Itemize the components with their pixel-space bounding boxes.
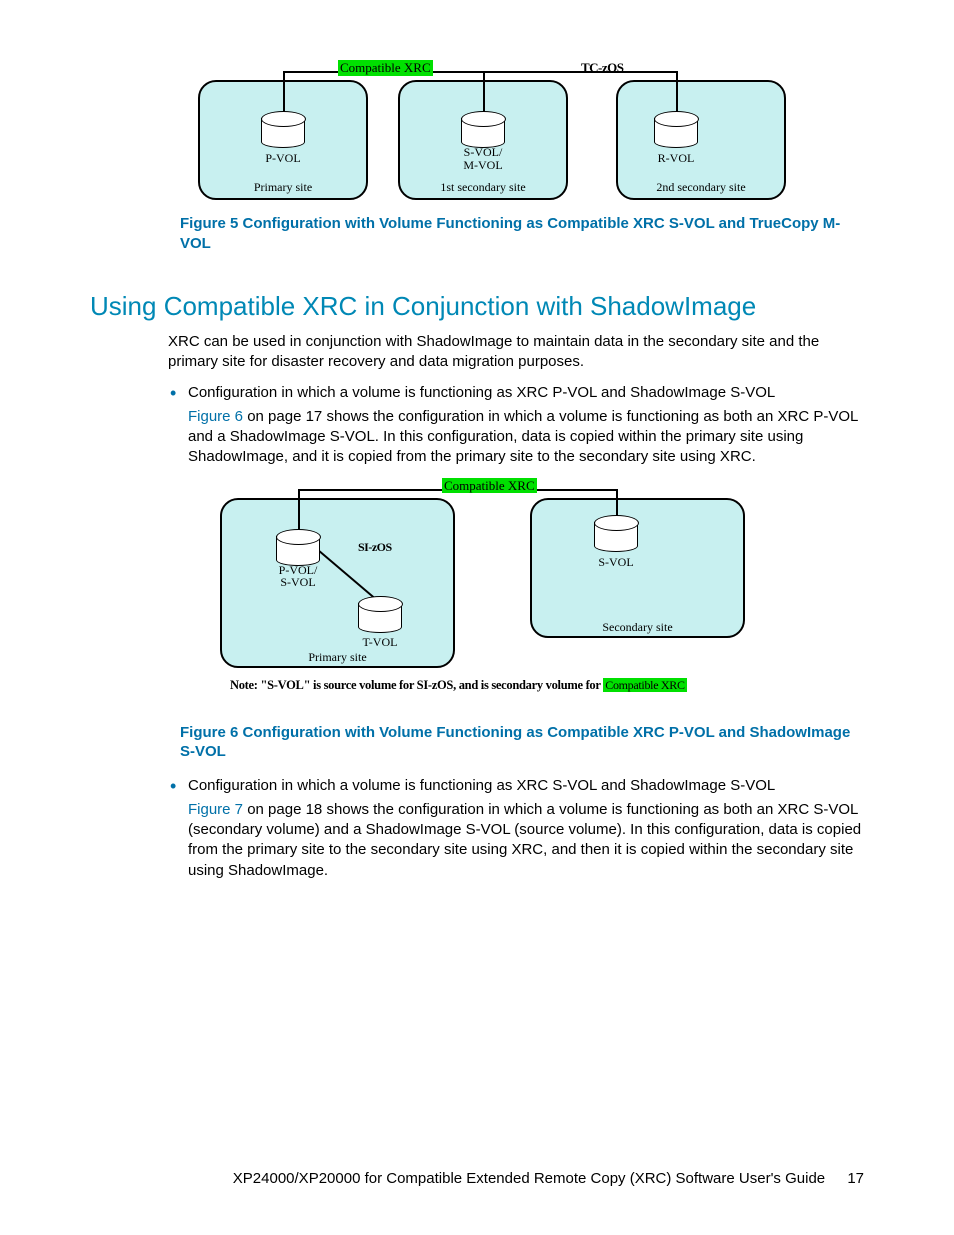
sub-text-2: Figure 7 on page 18 shows the configurat…: [188, 800, 864, 881]
fig6-xrc-tag: Compatible XRC: [442, 478, 537, 494]
svol-mvol-cylinder: [461, 118, 505, 148]
footer-text: XP24000/XP20000 for Compatible Extended …: [233, 1170, 825, 1187]
page-footer: XP24000/XP20000 for Compatible Extended …: [233, 1170, 864, 1187]
section-heading: Using Compatible XRC in Conjunction with…: [90, 291, 864, 322]
figure6-caption: Figure 6 Configuration with Volume Funct…: [180, 723, 864, 762]
tvol-cylinder: [358, 603, 402, 633]
pvol-cylinder: [261, 118, 305, 148]
svol-mvol-label: S-VOL/ M-VOL: [451, 146, 515, 171]
figure5-caption: Figure 5 Configuration with Volume Funct…: [180, 214, 864, 253]
figure7-link[interactable]: Figure 7: [188, 801, 243, 818]
figure6-note: Note: "S-VOL" is source volume for SI-zO…: [230, 678, 687, 693]
svol-label: S-VOL: [584, 556, 648, 569]
bullet-1: Configuration in which a volume is funct…: [188, 383, 864, 403]
pvol-svol-cylinder: [276, 536, 320, 566]
note-part1: Note: "S-VOL" is source volume for SI-zO…: [230, 678, 603, 692]
intro-text: XRC can be used in conjunction with Shad…: [168, 332, 864, 373]
figure6-diagram: Compatible XRC SI-zOS P-VOL/ S-VOL T-VOL…: [220, 478, 750, 703]
tvol-label: T-VOL: [348, 636, 412, 649]
compatible-xrc-tag: Compatible XRC: [338, 60, 433, 76]
tc-zos-tag: TC-zOS: [581, 60, 624, 76]
page-number: 17: [847, 1170, 864, 1187]
sub1-rest: on page 17 shows the configuration in wh…: [188, 408, 858, 466]
pvol-svol-label: P-VOL/ S-VOL: [266, 564, 330, 589]
first-secondary-label: 1st secondary site: [398, 180, 568, 195]
fig6-primary-label: Primary site: [220, 650, 455, 665]
sub-text-1: Figure 6 on page 17 shows the configurat…: [188, 407, 864, 468]
sub2-rest: on page 18 shows the configuration in wh…: [188, 801, 861, 879]
note-xrc-tag: Compatible XRC: [603, 678, 686, 692]
figure6-link[interactable]: Figure 6: [188, 408, 243, 425]
pvol-label: P-VOL: [251, 152, 315, 165]
figure5-diagram: Compatible XRC TC-zOS P-VOL S-VOL/ M-VOL…: [198, 60, 788, 200]
si-zos-label: SI-zOS: [358, 540, 392, 555]
bullet-2: Configuration in which a volume is funct…: [188, 776, 864, 796]
rvol-cylinder: [654, 118, 698, 148]
primary-site-label: Primary site: [198, 180, 368, 195]
svol-cylinder: [594, 522, 638, 552]
fig6-secondary-label: Secondary site: [530, 620, 745, 635]
rvol-label: R-VOL: [644, 152, 708, 165]
second-secondary-label: 2nd secondary site: [616, 180, 786, 195]
